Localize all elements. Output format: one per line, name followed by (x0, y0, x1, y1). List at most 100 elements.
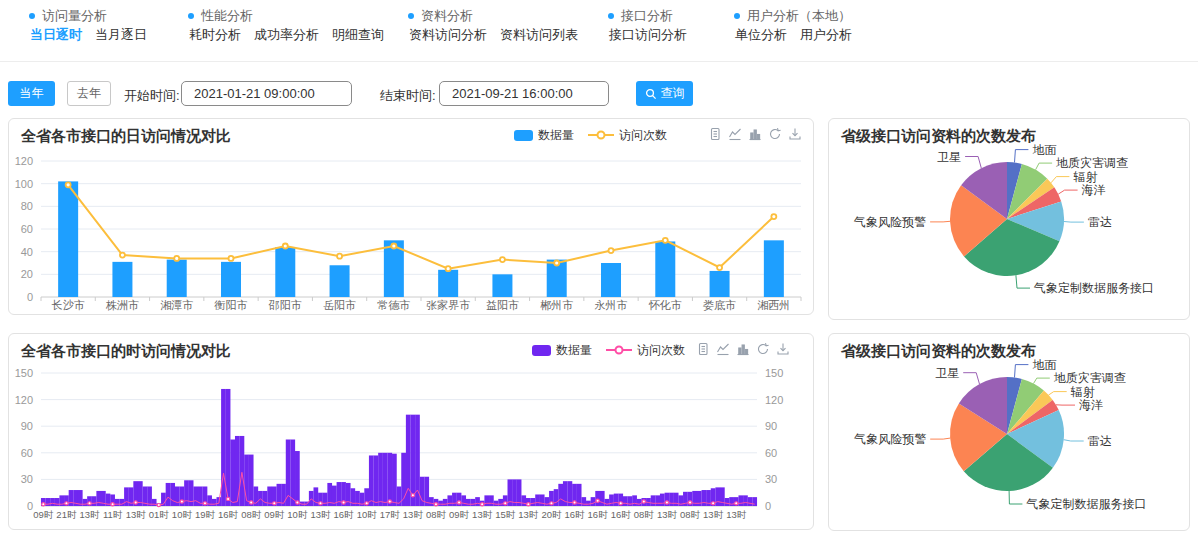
bar[interactable] (323, 493, 328, 506)
bar[interactable] (369, 455, 374, 506)
bar[interactable] (387, 453, 392, 506)
bar[interactable] (554, 489, 559, 506)
bar[interactable] (55, 498, 60, 506)
download-icon[interactable] (776, 342, 790, 356)
bar[interactable] (235, 436, 240, 506)
bar[interactable] (193, 486, 198, 506)
nav-item[interactable]: 用户分析 (800, 26, 852, 44)
bar[interactable] (632, 495, 637, 506)
bar[interactable] (651, 495, 656, 506)
bar[interactable] (83, 499, 88, 506)
search-button[interactable]: 查询 (636, 81, 693, 106)
bar[interactable] (443, 499, 448, 506)
bar[interactable] (498, 499, 503, 506)
bar[interactable] (461, 495, 466, 506)
bar[interactable] (660, 494, 665, 506)
bar[interactable] (212, 499, 217, 506)
start-time-input[interactable] (181, 81, 352, 106)
nav-item[interactable]: 耗时分析 (189, 26, 241, 44)
bar[interactable] (58, 181, 78, 297)
bar[interactable] (669, 493, 674, 506)
end-time-input[interactable] (439, 81, 609, 106)
bar[interactable] (715, 487, 720, 506)
bar[interactable] (586, 501, 591, 506)
bar[interactable] (170, 483, 175, 506)
bar[interactable] (600, 491, 605, 506)
legend-item[interactable]: 访问次数 (588, 127, 667, 144)
bar[interactable] (494, 501, 499, 506)
bar[interactable] (230, 440, 235, 507)
bar[interactable] (167, 260, 187, 297)
legend-item[interactable]: 数据量 (532, 342, 592, 359)
bar[interactable] (383, 453, 388, 506)
nav-item[interactable]: 成功率分析 (254, 26, 319, 44)
bar[interactable] (147, 486, 152, 506)
bar[interactable] (471, 499, 476, 506)
bar[interactable] (521, 495, 526, 506)
bar[interactable] (290, 440, 295, 507)
bar[interactable] (124, 487, 129, 506)
bar-chart-icon[interactable] (748, 127, 762, 141)
bar[interactable] (221, 389, 226, 506)
bar[interactable] (374, 455, 379, 506)
bar[interactable] (50, 498, 55, 506)
bar[interactable] (330, 265, 350, 297)
bar[interactable] (189, 480, 194, 506)
nav-item[interactable]: 当月逐日 (95, 26, 147, 44)
bar[interactable] (452, 493, 457, 506)
bar[interactable] (92, 496, 97, 506)
nav-item[interactable]: 单位分析 (735, 26, 787, 44)
restore-icon[interactable] (768, 127, 782, 141)
bar[interactable] (466, 499, 471, 506)
bar[interactable] (489, 495, 494, 506)
bar[interactable] (609, 494, 614, 506)
data-view-icon[interactable] (708, 127, 722, 141)
nav-item[interactable]: 资料访问列表 (500, 26, 578, 44)
bar[interactable] (764, 240, 784, 297)
bar[interactable] (655, 241, 675, 297)
bar[interactable] (540, 494, 545, 506)
bar[interactable] (484, 495, 489, 506)
nav-item[interactable]: 当日逐时 (30, 26, 82, 44)
bar[interactable] (725, 498, 730, 506)
bar[interactable] (743, 495, 748, 506)
bar[interactable] (96, 491, 101, 506)
bar[interactable] (429, 497, 434, 506)
bar[interactable] (655, 495, 660, 506)
bar[interactable] (475, 497, 480, 506)
bar[interactable] (531, 498, 536, 506)
bar[interactable] (447, 495, 452, 506)
bar[interactable] (263, 491, 268, 506)
bar[interactable] (275, 247, 295, 297)
bar[interactable] (738, 495, 743, 506)
bar[interactable] (166, 483, 171, 506)
bar[interactable] (378, 453, 383, 506)
current-year-button[interactable]: 当年 (8, 81, 55, 106)
bar[interactable] (492, 274, 512, 297)
bar[interactable] (702, 490, 707, 506)
nav-item[interactable]: 资料访问分析 (409, 26, 487, 44)
bar[interactable] (119, 499, 124, 506)
bar[interactable] (392, 454, 397, 506)
nav-item[interactable]: 接口访问分析 (609, 26, 687, 44)
last-year-button[interactable]: 去年 (67, 81, 111, 106)
line-chart-icon[interactable] (716, 342, 730, 356)
bar[interactable] (221, 262, 241, 297)
restore-icon[interactable] (756, 342, 770, 356)
download-icon[interactable] (788, 127, 802, 141)
bar[interactable] (438, 501, 443, 506)
bar[interactable] (46, 498, 51, 506)
bar[interactable] (240, 436, 245, 506)
bar[interactable] (601, 263, 621, 297)
bar[interactable] (69, 490, 74, 506)
data-view-icon[interactable] (696, 342, 710, 356)
nav-item[interactable]: 明细查询 (332, 26, 384, 44)
bar[interactable] (249, 455, 254, 506)
bar[interactable] (295, 451, 300, 506)
bar[interactable] (112, 262, 132, 297)
bar[interactable] (591, 497, 596, 506)
bar[interactable] (184, 480, 189, 506)
line-chart-icon[interactable] (728, 127, 742, 141)
legend-item[interactable]: 数据量 (514, 127, 574, 144)
bar[interactable] (558, 484, 563, 506)
